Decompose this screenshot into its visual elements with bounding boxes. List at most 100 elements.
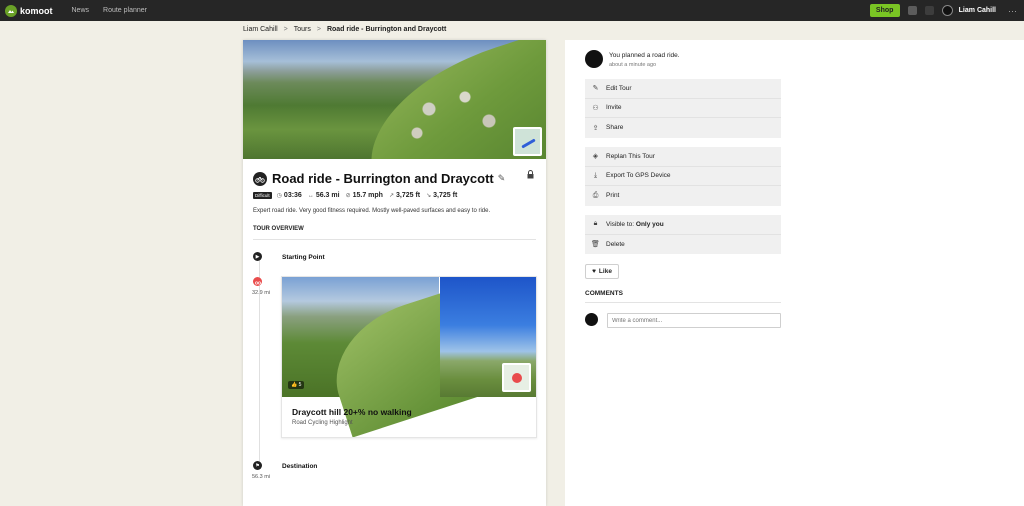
- comments-heading: COMMENTS: [585, 290, 623, 297]
- highlight-distance: 32.9 mi: [252, 290, 271, 296]
- invite-icon: ⚇: [592, 104, 599, 112]
- visibility-button[interactable]: 🔒︎ Visible to: Only you: [585, 215, 781, 235]
- logo-text: komoot: [20, 5, 53, 16]
- highlight-likes-count: 5: [298, 382, 302, 388]
- uphill-value: 3,725 ft: [396, 192, 421, 199]
- export-label: Export To GPS Device: [606, 172, 671, 180]
- tour-card: Road ride - Burrington and Draycott ✎ Di…: [243, 40, 546, 506]
- share-icon: ⇪: [592, 124, 599, 132]
- breadcrumb-current: Road ride - Burrington and Draycott: [326, 26, 447, 33]
- highlight-map-thumbnail[interactable]: [502, 363, 531, 392]
- nav-news-link[interactable]: News: [72, 7, 90, 14]
- highlight-card[interactable]: 👍 5 Draycott hill 20+% no walking Road C…: [281, 276, 537, 438]
- highlight-likes: 👍 5: [288, 381, 305, 389]
- shop-button[interactable]: Shop: [869, 4, 900, 17]
- breadcrumb-separator: >: [283, 26, 288, 33]
- starting-point-label[interactable]: Starting Point: [282, 254, 325, 261]
- hero-rocks: [393, 85, 513, 145]
- tour-overview-heading: TOUR OVERVIEW: [253, 226, 304, 232]
- uphill-stat: ↗ 3,725 ft: [389, 192, 420, 199]
- breadcrumb-tours[interactable]: Tours: [294, 26, 311, 33]
- replan-tour-button[interactable]: ◈ Replan This Tour: [585, 147, 781, 167]
- top-navbar: komoot News Route planner Shop Liam Cahi…: [0, 0, 1024, 21]
- replan-icon: ◈: [592, 153, 599, 161]
- highlight-icon: [253, 277, 262, 286]
- user-name[interactable]: Liam Cahill: [959, 7, 996, 14]
- download-icon: ⤓: [593, 171, 598, 179]
- comments-divider: [585, 302, 781, 303]
- export-gps-button[interactable]: ⤓ Export To GPS Device: [585, 167, 781, 186]
- like-button[interactable]: ♥ Like: [585, 264, 619, 279]
- lock-icon: [527, 170, 534, 181]
- breadcrumb: Liam Cahill > Tours > Road ride - Burrin…: [243, 26, 446, 33]
- invite-label: Invite: [606, 104, 622, 112]
- more-menu-icon[interactable]: ···: [1008, 6, 1017, 16]
- tour-map-thumbnail[interactable]: [513, 127, 542, 156]
- speed-value: 15.7 mph: [352, 192, 383, 199]
- highlight-photo-1[interactable]: [282, 277, 439, 397]
- share-label: Share: [606, 124, 624, 132]
- speed-stat: ⊘ 15.7 mph: [346, 192, 383, 199]
- uphill-icon: ↗: [388, 193, 394, 199]
- delete-button[interactable]: 🗑︎ Delete: [585, 235, 781, 255]
- bike-icon: [253, 171, 267, 186]
- delete-label: Delete: [606, 240, 625, 248]
- tour-title: Road ride - Burrington and Draycott: [272, 171, 494, 186]
- activity-text: You planned a road ride.: [609, 52, 680, 59]
- print-button[interactable]: ⎙ Print: [585, 186, 781, 206]
- user-avatar[interactable]: [941, 5, 953, 16]
- speed-icon: ⊘: [345, 193, 351, 199]
- visible-prefix: Visible to:: [606, 220, 635, 228]
- timeline-line: [259, 257, 260, 464]
- invite-button[interactable]: ⚇ Invite: [585, 99, 781, 118]
- distance-value: 56.3 mi: [315, 192, 340, 199]
- difficulty-badge: Difficult: [253, 192, 272, 199]
- play-icon: ▶: [253, 252, 262, 261]
- komoot-logo[interactable]: komoot: [5, 4, 53, 17]
- plus-icon[interactable]: [907, 6, 917, 15]
- downhill-stat: ↘ 3,725 ft: [426, 192, 457, 199]
- destination-label[interactable]: Destination: [282, 463, 317, 470]
- heart-icon: ♥: [592, 268, 596, 275]
- distance-icon: ↔: [307, 192, 314, 199]
- tour-hero-image[interactable]: [243, 40, 546, 159]
- visible-value: Only you: [635, 220, 664, 228]
- replan-label: Replan This Tour: [606, 152, 655, 160]
- like-label: Like: [598, 268, 612, 275]
- tour-title-row: Road ride - Burrington and Draycott ✎: [253, 171, 505, 186]
- flag-icon: ⚑: [253, 461, 262, 470]
- comment-avatar: [585, 313, 598, 326]
- distance-stat: ↔ 56.3 mi: [308, 192, 340, 199]
- downhill-icon: ↘: [426, 193, 432, 199]
- trash-icon: 🗑︎: [591, 241, 600, 249]
- tour-stats: Difficult ◷ 03:36 ↔ 56.3 mi ⊘ 15.7 mph ↗ 3,7…: [253, 192, 463, 199]
- tour-description: Expert road ride. Very good fitness requ…: [253, 208, 491, 214]
- clock-icon: ◷: [276, 193, 282, 199]
- print-label: Print: [606, 192, 620, 200]
- highlight-title[interactable]: Draycott hill 20+% no walking: [292, 407, 412, 417]
- edit-tour-label: Edit Tour: [606, 84, 632, 92]
- actions-group-2: ◈ Replan This Tour ⤓ Export To GPS Device …: [585, 147, 781, 206]
- breadcrumb-user[interactable]: Liam Cahill: [243, 26, 278, 33]
- downhill-value: 3,725 ft: [433, 192, 458, 199]
- activity-time: about a minute ago: [609, 62, 657, 68]
- activity-avatar[interactable]: [585, 50, 603, 68]
- actions-group-3: 🔒︎ Visible to: Only you 🗑︎ Delete: [585, 215, 781, 254]
- highlight-subtitle: Road Cycling Highlight: [292, 420, 353, 426]
- share-button[interactable]: ⇪ Share: [585, 118, 781, 138]
- overview-divider: [253, 239, 536, 240]
- print-icon: ⎙: [592, 191, 599, 199]
- komoot-logo-icon: [5, 4, 17, 17]
- destination-distance: 56.3 mi: [252, 474, 271, 480]
- pencil-icon[interactable]: ✎: [498, 173, 506, 184]
- duration-stat: ◷ 03:36: [277, 192, 302, 199]
- top-right-actions: Shop Liam Cahill ···: [869, 0, 1024, 21]
- edit-icon: ✎: [592, 85, 599, 93]
- lock-icon: 🔒︎: [593, 220, 598, 228]
- nav-route-planner-link[interactable]: Route planner: [103, 7, 147, 14]
- edit-tour-button[interactable]: ✎ Edit Tour: [585, 79, 781, 99]
- comment-input[interactable]: [607, 313, 781, 328]
- bell-icon[interactable]: [924, 6, 934, 15]
- duration-value: 03:36: [283, 192, 302, 199]
- breadcrumb-separator: >: [316, 26, 321, 33]
